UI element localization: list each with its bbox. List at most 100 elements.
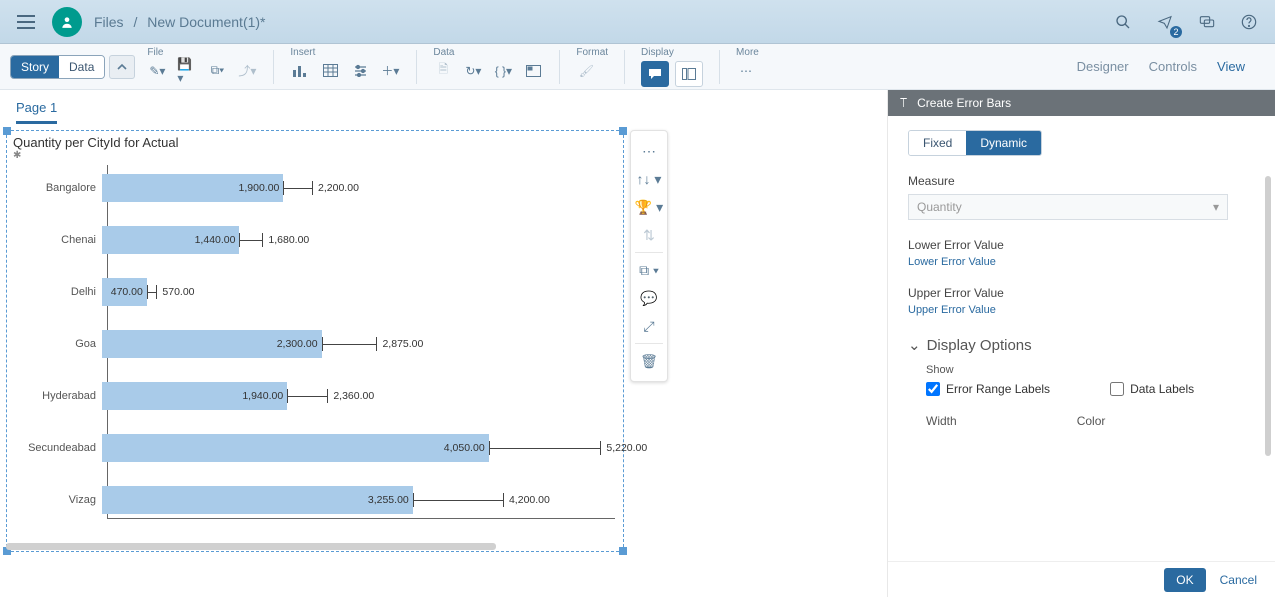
toolbar-data-group: Data 🗎 ↻▾ { }▾ [425,47,551,87]
color-label: Color [1077,414,1106,428]
search-icon[interactable] [1109,8,1137,36]
chart-widget[interactable]: Quantity per CityId for Actual ✱ Bangalo… [6,130,624,552]
display-options-section[interactable]: ⌄ Display Options [908,336,1255,354]
table-icon[interactable] [320,61,340,81]
link-data-icon[interactable]: 🗎 [433,61,453,81]
chart-bar-row: Bangalore 1,900.00 2,200.00 [7,171,615,205]
widget-context-toolbar: ⋯ ↑↓ ▾ 🏆 ▾ ⇅ ⧉ ▾ 💬 ⤢ 🗑 [630,130,668,382]
upper-error-label: 5,220.00 [606,442,647,454]
toolbar-insert-group: Insert ＋▾ [282,47,408,87]
view-link[interactable]: View [1217,59,1245,74]
fixed-tab[interactable]: Fixed [909,131,966,155]
error-bars-panel: ⟙ Create Error Bars Fixed Dynamic Measur… [887,90,1275,597]
chart-bar-row: Vizag 3,255.00 4,200.00 [7,483,615,517]
toolbar-file-group: File ✎▾ 💾▾ ⧉▾ ⤴▾ [139,47,265,87]
value-label: 1,440.00 [195,234,236,246]
chart-icon[interactable] [290,61,310,81]
upper-error-label: 2,360.00 [333,390,374,402]
bar[interactable]: 1,440.00 [102,226,239,254]
page-tab-1[interactable]: Page 1 [16,100,57,124]
chart-title: Quantity per CityId for Actual [7,131,623,150]
error-range-labels-checkbox[interactable]: Error Range Labels [926,382,1050,396]
category-label: Bangalore [7,182,102,194]
ctx-delete-icon[interactable]: 🗑 [631,347,667,375]
chart-bar-row: Goa2,300.00 2,875.00 [7,327,615,361]
chart-bar-row: Chenai1,440.001,680.00 [7,223,615,257]
add-icon[interactable]: ＋▾ [380,61,400,81]
upper-error-label: 4,200.00 [509,494,550,506]
chart-settings-icon[interactable]: ✱ [7,150,623,161]
refresh-icon[interactable]: ↻▾ [463,61,483,81]
share-icon[interactable]: ⤴▾ [237,61,257,81]
show-label: Show [926,364,1255,376]
bar[interactable]: 470.00 [102,278,147,306]
chart-plot: Bangalore 1,900.00 2,200.00 Chenai1,440.001… [7,161,623,551]
ctx-rank-icon[interactable]: 🏆 ▾ [631,193,667,221]
data-labels-checkbox[interactable]: Data Labels [1110,382,1194,396]
ok-button[interactable]: OK [1164,568,1205,592]
help-icon[interactable] [1235,8,1263,36]
data-tab[interactable]: Data [59,56,104,78]
avatar[interactable] [52,7,82,37]
panel-header: ⟙ Create Error Bars [888,90,1275,116]
designer-link[interactable]: Designer [1077,59,1129,74]
panel-title: Create Error Bars [917,96,1011,110]
copy-icon[interactable]: ⧉▾ [207,61,227,81]
horizontal-scrollbar[interactable] [6,543,496,550]
layout-mode-icon[interactable] [675,61,703,87]
controls-icon[interactable] [350,61,370,81]
bar[interactable]: 4,050.00 [102,434,489,462]
upper-error-link[interactable]: Upper Error Value [908,304,996,316]
chart-bar-row: Delhi470.00 570.00 [7,275,615,309]
view-toggle: Story Data [10,55,105,79]
breadcrumb-root[interactable]: Files [94,14,124,30]
menu-icon[interactable] [12,8,40,36]
width-label: Width [926,414,957,428]
collapse-toolbar-button[interactable] [109,55,135,79]
breadcrumb-sep: / [133,14,137,30]
ctx-variance-icon[interactable]: ⇅ [631,221,667,249]
comments-mode-icon[interactable] [641,61,669,87]
lower-error-link[interactable]: Lower Error Value [908,256,996,268]
bar[interactable]: 1,900.00 [102,174,283,202]
format-paint-icon[interactable]: 🖌 [576,61,596,81]
cancel-button[interactable]: Cancel [1220,573,1257,587]
edit-icon[interactable]: ✎▾ [147,61,167,81]
category-label: Vizag [7,494,102,506]
story-tab[interactable]: Story [11,56,59,78]
toolbar-format-group: Format 🖌 [568,47,616,87]
bar[interactable]: 2,300.00 [102,330,322,358]
breadcrumb-current: New Document(1)* [147,14,265,30]
chevron-down-icon: ⌄ [908,336,921,354]
more-icon[interactable]: ⋯ [736,61,756,81]
dynamic-tab[interactable]: Dynamic [966,131,1041,155]
upper-error-label: 2,875.00 [382,338,423,350]
category-label: Goa [7,338,102,350]
explorer-icon[interactable] [523,61,543,81]
ctx-fullscreen-icon[interactable]: ⤢ [631,312,667,340]
right-links: Designer Controls View [1077,59,1265,74]
upper-error-label: Upper Error Value [908,286,1255,300]
notifications-icon[interactable]: 2 [1151,8,1179,36]
category-label: Delhi [7,286,102,298]
panel-scrollbar[interactable] [1265,176,1271,456]
ctx-comment-icon[interactable]: 💬 [631,284,667,312]
value-label: 1,900.00 [239,182,280,194]
ctx-more-icon[interactable]: ⋯ [631,137,667,165]
upper-error-label: 570.00 [162,286,194,298]
discuss-icon[interactable] [1193,8,1221,36]
save-icon[interactable]: 💾▾ [177,61,197,81]
chart-bar-row: Hyderabad1,940.002,360.00 [7,379,615,413]
formula-icon[interactable]: { }▾ [493,61,513,81]
controls-link[interactable]: Controls [1149,59,1197,74]
measure-select[interactable]: Quantity ▾ [908,194,1228,220]
bar[interactable]: 3,255.00 [102,486,413,514]
value-label: 3,255.00 [368,494,409,506]
upper-error-label: 2,200.00 [318,182,359,194]
lower-error-label: Lower Error Value [908,238,1255,252]
shell-bar: Files / New Document(1)* 2 [0,0,1275,44]
ctx-sort-icon[interactable]: ↑↓ ▾ [631,165,667,193]
breadcrumb: Files / New Document(1)* [94,14,266,30]
ctx-copy-icon[interactable]: ⧉ ▾ [631,256,667,284]
bar[interactable]: 1,940.00 [102,382,287,410]
